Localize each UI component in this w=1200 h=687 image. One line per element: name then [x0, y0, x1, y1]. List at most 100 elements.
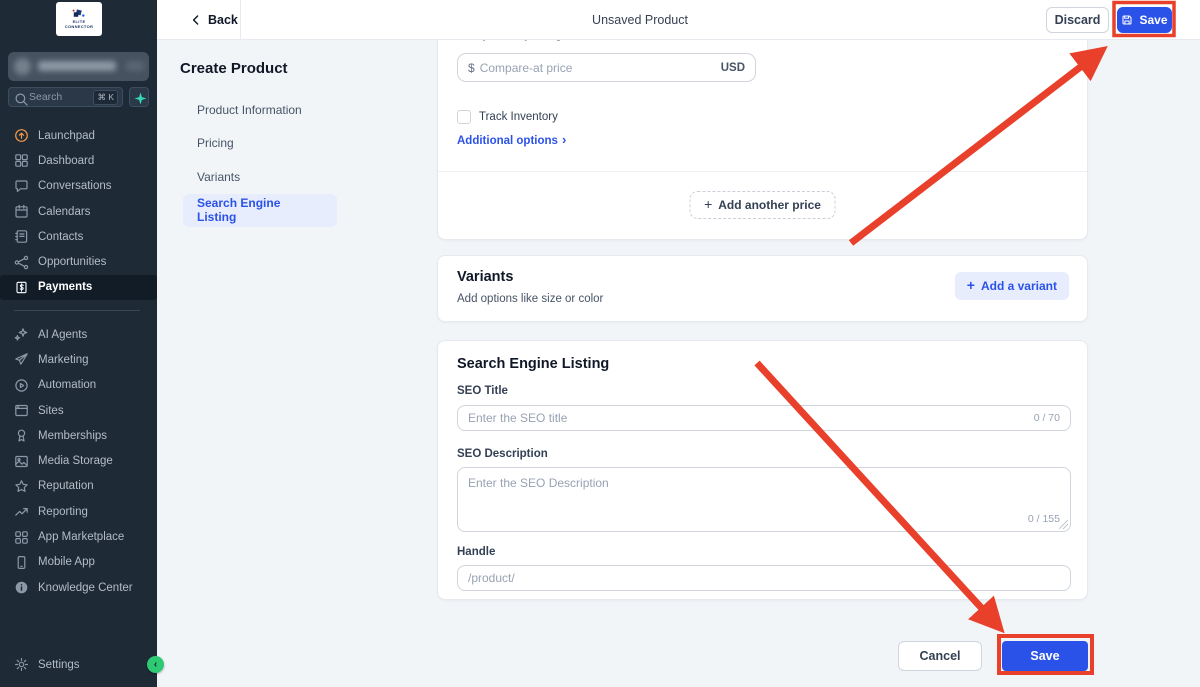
browser-icon	[14, 403, 29, 418]
sidebar-item-memberships[interactable]: Memberships	[0, 423, 157, 448]
sparkles-icon	[14, 327, 29, 342]
save-button-bottom[interactable]: Save	[1002, 641, 1088, 671]
tab-product-information[interactable]: Product Information	[183, 93, 337, 127]
sidebar-item-settings[interactable]: Settings	[0, 652, 157, 677]
pricing-card: Compare-at pricing $ USD Track Inventory…	[437, 40, 1088, 240]
seo-card-title: Search Engine Listing	[457, 356, 610, 372]
create-product-title: Create Product	[180, 60, 288, 77]
seo-title-counter: 0 / 70	[1033, 412, 1060, 424]
sidebar-item-label: Reporting	[38, 505, 88, 518]
sparkle-icon	[133, 91, 147, 105]
sidebar-item-calendars[interactable]: Calendars	[0, 199, 157, 224]
handle-input[interactable]	[468, 571, 1060, 585]
ai-assistant-button[interactable]	[129, 87, 149, 107]
tab-pricing[interactable]: Pricing	[183, 127, 337, 161]
sidebar-item-label: Dashboard	[38, 154, 95, 167]
resize-handle-icon[interactable]	[1059, 520, 1068, 529]
topbar: Back Unsaved Product Discard Save	[157, 0, 1200, 40]
sidebar-item-media-storage[interactable]: Media Storage	[0, 448, 157, 473]
sidebar-divider	[14, 310, 140, 311]
sidebar-item-opportunities[interactable]: Opportunities	[0, 249, 157, 274]
logo-line2: CONNECTOR	[64, 24, 94, 29]
compare-at-price-field[interactable]: $ USD	[457, 53, 756, 82]
sidebar-item-label: Calendars	[38, 205, 91, 218]
sidebar-item-dashboard[interactable]: Dashboard	[0, 148, 157, 173]
seo-description-field[interactable]: 0 / 155	[457, 467, 1071, 532]
seo-card: Search Engine Listing SEO Title 0 / 70 S…	[437, 340, 1088, 600]
floppy-disk-icon	[1122, 15, 1133, 25]
additional-options-link[interactable]: Additional options	[457, 134, 566, 147]
sidebar-item-reputation[interactable]: Reputation	[0, 474, 157, 499]
sidebar-item-marketing[interactable]: Marketing	[0, 347, 157, 372]
chevron-right-icon	[562, 134, 566, 147]
grid-icon	[14, 530, 29, 545]
global-search-input[interactable]: Search ⌘ K	[8, 87, 123, 107]
sidebar-item-label: Reputation	[38, 480, 94, 493]
currency-code: USD	[720, 61, 745, 74]
image-icon	[14, 454, 29, 469]
back-button[interactable]: Back	[190, 0, 238, 40]
account-blurred-content	[8, 52, 149, 81]
add-variant-button[interactable]: Add a variant	[954, 272, 1069, 300]
sidebar-item-payments[interactable]: Payments	[0, 274, 157, 301]
plus-icon	[967, 279, 975, 293]
sidebar-item-mobile-app[interactable]: Mobile App	[0, 550, 157, 575]
track-inventory-checkbox[interactable]	[457, 110, 471, 124]
medal-icon	[14, 428, 29, 443]
sidebar-item-label: Launchpad	[38, 129, 95, 142]
sidebar-item-label: Contacts	[38, 230, 84, 243]
tab-variants[interactable]: Variants	[183, 160, 337, 194]
sidebar-item-launchpad[interactable]: Launchpad	[0, 123, 157, 148]
cancel-button[interactable]: Cancel	[898, 641, 982, 671]
compare-at-price-input[interactable]	[479, 60, 721, 75]
sidebar-collapse-button[interactable]: ‹	[147, 656, 164, 673]
track-inventory-label: Track Inventory	[479, 111, 558, 123]
sidebar-item-label: App Marketplace	[38, 531, 125, 544]
play-circle-icon	[14, 378, 29, 393]
sidebar-item-knowledge-center[interactable]: Knowledge Center	[0, 575, 157, 600]
sidebar-item-app-marketplace[interactable]: App Marketplace	[0, 524, 157, 549]
sidebar-item-sites[interactable]: Sites	[0, 398, 157, 423]
currency-symbol: $	[468, 60, 475, 75]
variants-subtitle: Add options like size or color	[457, 293, 604, 305]
account-switcher[interactable]	[8, 52, 149, 81]
handle-label: Handle	[457, 546, 496, 558]
add-variant-label: Add a variant	[980, 279, 1057, 293]
launchpad-icon	[14, 128, 29, 143]
seo-title-input[interactable]	[468, 411, 1026, 425]
sidebar-item-contacts[interactable]: Contacts	[0, 224, 157, 249]
account-avatar	[14, 58, 31, 75]
seo-title-field[interactable]: 0 / 70	[457, 405, 1071, 431]
save-label: Save	[1030, 649, 1060, 663]
seo-description-textarea[interactable]	[458, 468, 1070, 531]
save-button-top[interactable]: Save	[1117, 7, 1172, 33]
sidebar-item-label: Knowledge Center	[38, 581, 133, 594]
nodes-icon	[14, 255, 29, 270]
company-logo[interactable]: ELITE CONNECTOR	[56, 2, 102, 36]
main-content: Create Product Product Information Prici…	[157, 40, 1200, 687]
add-price-label: Add another price	[718, 198, 821, 212]
handle-field[interactable]	[457, 565, 1071, 591]
account-name-redacted	[38, 61, 116, 71]
plus-icon	[704, 198, 712, 212]
compare-at-pricing-label: Compare-at pricing	[457, 40, 562, 45]
tab-search-engine-listing[interactable]: Search Engine Listing	[183, 193, 337, 227]
discard-button[interactable]: Discard	[1046, 7, 1109, 33]
trending-up-icon	[14, 504, 29, 519]
sidebar-item-label: AI Agents	[38, 328, 88, 341]
page-title: Unsaved Product	[592, 13, 688, 27]
calendar-icon	[14, 204, 29, 219]
contacts-book-icon	[14, 229, 29, 244]
sidebar-item-label: Conversations	[38, 180, 112, 193]
sidebar-item-label: Mobile App	[38, 556, 95, 569]
discard-label: Discard	[1054, 13, 1101, 27]
sidebar-item-ai-agents[interactable]: AI Agents	[0, 322, 157, 347]
variants-card: Variants Add options like size or color …	[437, 255, 1088, 322]
sidebar-item-automation[interactable]: Automation	[0, 373, 157, 398]
sidebar-item-conversations[interactable]: Conversations	[0, 174, 157, 199]
sidebar-item-reporting[interactable]: Reporting	[0, 499, 157, 524]
add-another-price-button[interactable]: Add another price	[689, 191, 836, 219]
banknote-icon	[14, 280, 29, 295]
sidebar-item-label: Payments	[38, 281, 93, 294]
card-divider	[438, 171, 1087, 172]
